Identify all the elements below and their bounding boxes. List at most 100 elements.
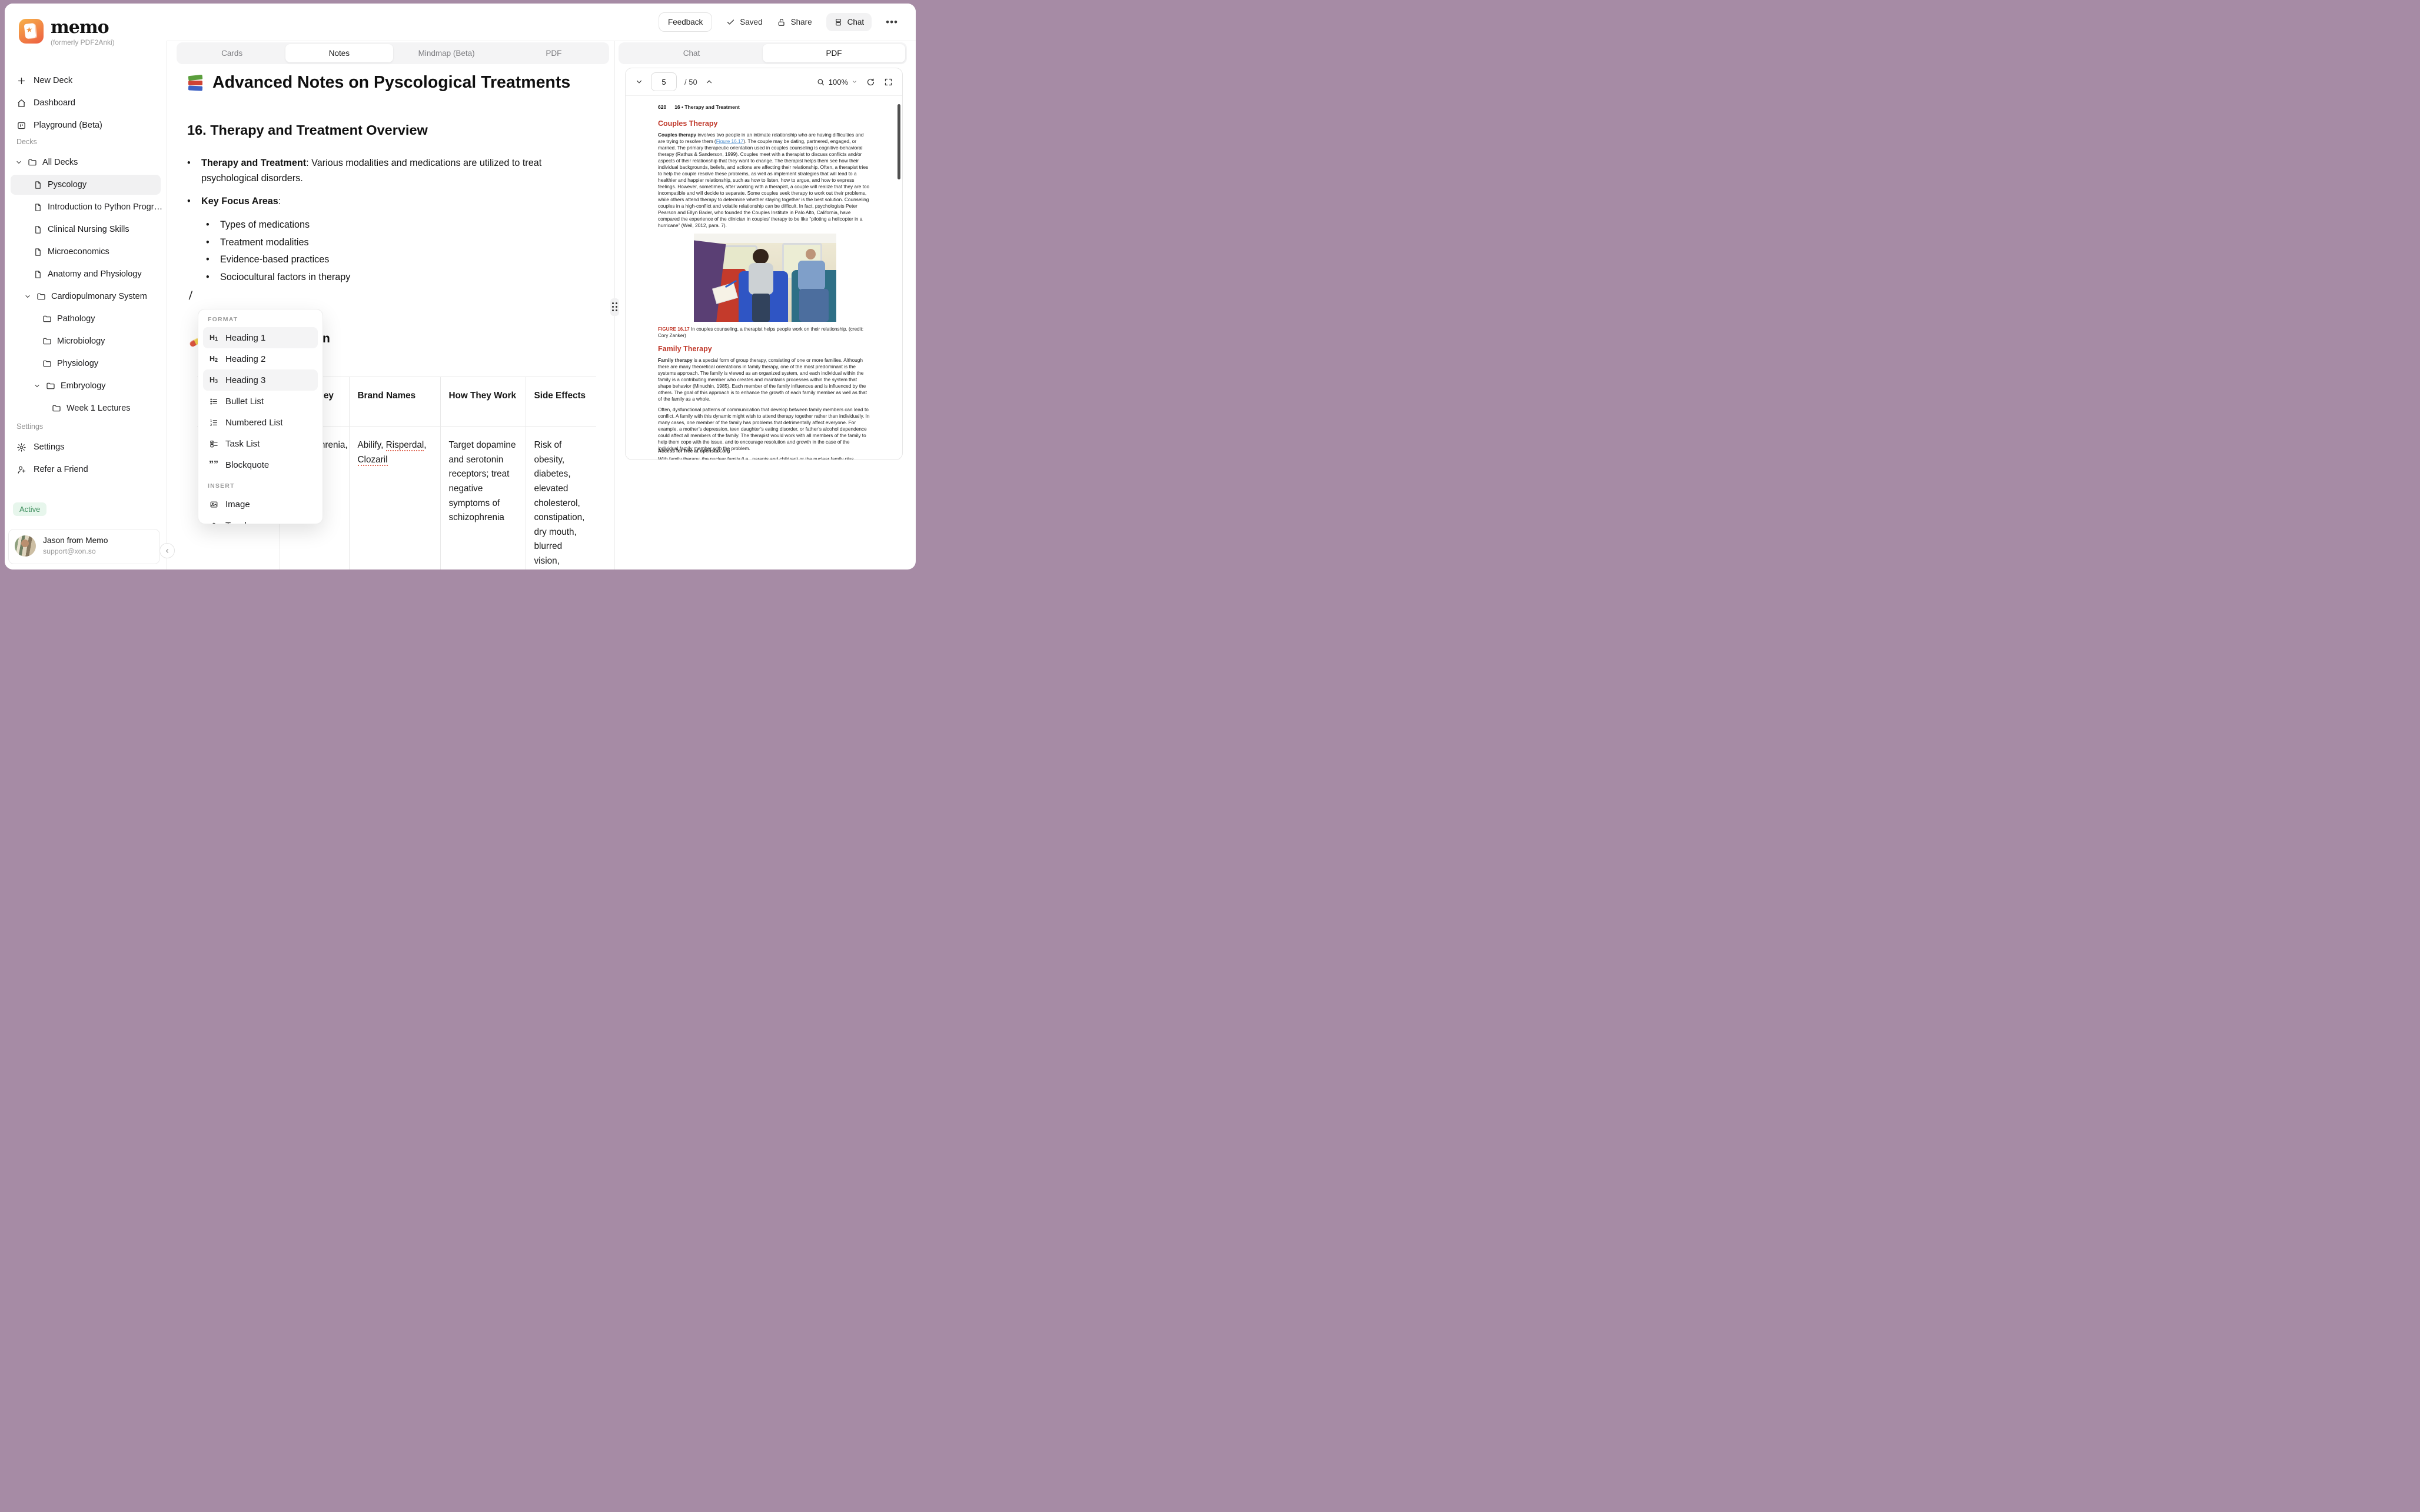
tree-item-week1-lectures[interactable]: Week 1 Lectures [5,397,167,419]
pdf-paragraph: Often, dysfunctional patterns of communi… [658,407,870,451]
menu-item-bullet-list[interactable]: Bullet List [203,391,318,412]
list-item[interactable]: • Key Focus Areas: [187,194,552,209]
page-number-input[interactable] [651,72,677,91]
table-cell[interactable]: Risk of obesity, diabetes, elevated chol… [525,426,596,570]
obscured-heading-fragment: n [323,332,330,345]
file-icon [34,270,42,279]
tab-cards[interactable]: Cards [178,44,285,62]
note-title[interactable]: Advanced Notes on Pyscological Treatment… [187,73,570,92]
search-icon [816,78,825,86]
person-plus-icon [16,465,26,475]
feedback-button[interactable]: Feedback [659,12,713,32]
table-cell[interactable]: Target dopamine and serotonin receptors;… [440,426,526,570]
menu-item-numbered-list[interactable]: 12 Numbered List [203,412,318,433]
sidebar: ★ memo (formerly PDF2Anki) New Deck Dash… [5,4,167,570]
menu-item-blockquote[interactable]: ”” Blockquote [203,454,318,475]
folder-icon [42,337,52,346]
zoom-control[interactable]: 100% [816,78,857,86]
header-cell[interactable]: Brand Names [348,376,440,427]
menu-item-task-list[interactable]: Task List [203,433,318,454]
list-item[interactable]: • Sociocultural factors in therapy [206,269,552,286]
app-window: ★ memo (formerly PDF2Anki) New Deck Dash… [5,4,916,570]
tree-item-pathology[interactable]: Pathology [5,308,167,330]
folder-icon [46,381,55,391]
svg-text:1: 1 [210,419,212,422]
menu-item-heading-3[interactable]: H3 Heading 3 [203,369,318,391]
page-previous-button[interactable] [635,78,643,86]
tab-mindmap[interactable]: Mindmap (Beta) [393,44,500,62]
list-item[interactable]: • Types of medications [206,217,552,234]
pdf-page: 620 16 • Therapy and Treatment Couples Th… [626,96,902,459]
panel-resize-handle[interactable] [610,298,619,316]
user-email: support@xon.so [43,547,96,555]
folder-icon [42,314,52,324]
collapse-sidebar-button[interactable] [159,543,175,558]
file-icon [34,225,42,234]
section-heading[interactable]: 16. Therapy and Treatment Overview [187,122,428,138]
folder-icon [36,292,46,301]
figure-link[interactable]: Figure 16.17 [716,138,744,144]
list-item[interactable]: • Treatment modalities [206,234,552,251]
sidebar-item-dashboard[interactable]: Dashboard [5,92,167,114]
insert-section-label: INSERT [208,482,235,489]
tab-notes[interactable]: Notes [285,44,393,62]
pdf-scrollbar[interactable] [897,104,900,179]
tree-item-clinical-nursing[interactable]: Clinical Nursing Skills [5,218,167,241]
home-icon [16,98,26,108]
sidebar-item-label: Refer a Friend [34,465,88,474]
more-menu-button[interactable]: ••• [886,16,898,28]
sidebar-item-playground[interactable]: Playground (Beta) [5,114,167,136]
menu-item-image[interactable]: Image [203,494,318,515]
task-list-icon [208,439,220,448]
note-title-text: Advanced Notes on Pyscological Treatment… [212,73,571,92]
status-badge: Active [13,502,47,516]
bullet-list[interactable]: • Therapy and Treatment: Various modaliti… [187,155,552,286]
menu-item-heading-2[interactable]: H2 Heading 2 [203,348,318,369]
pdf-paragraph: Couples therapy involves two people in a… [658,132,870,228]
tab-pdf-viewer[interactable]: PDF [763,44,905,62]
figure-image [694,234,836,322]
sidebar-item-new-deck[interactable]: New Deck [5,69,167,92]
file-icon [34,181,42,189]
tree-item-pyscology[interactable]: Pyscology [11,175,161,195]
tree-item-label: Anatomy and Physiology [48,269,142,279]
text-cursor[interactable]: / [188,289,192,303]
table-cell[interactable]: Abilify, Risperdal, Clozaril [348,426,440,570]
tree-item-embryology[interactable]: Embryology [5,375,167,397]
sidebar-item-settings[interactable]: Settings [5,436,167,458]
right-panel-tabs: Chat PDF [619,42,907,64]
tree-item-python[interactable]: Introduction to Python Progra... [5,196,167,218]
slash-command-menu: FORMAT H1 Heading 1 H2 Heading 2 H3 Head… [198,309,323,524]
menu-item-heading-1[interactable]: H1 Heading 1 [203,327,318,348]
tab-pdf[interactable]: PDF [500,44,607,62]
header-cell[interactable]: Side Effects [525,376,596,427]
tree-item-all-decks[interactable]: All Decks [5,151,167,174]
tree-item-physiology[interactable]: Physiology [5,352,167,375]
folder-icon [52,404,61,413]
share-button[interactable]: Share [777,18,812,27]
list-item[interactable]: • Therapy and Treatment: Various modaliti… [187,155,552,186]
panel-icon [834,18,843,26]
pdf-heading-family: Family Therapy [658,345,712,353]
tree-item-label: Clinical Nursing Skills [48,225,129,234]
page-next-button[interactable] [705,78,713,86]
user-card[interactable]: Jason from Memo support@xon.so [8,529,160,564]
tree-item-microeconomics[interactable]: Microeconomics [5,241,167,263]
refresh-icon[interactable] [866,78,875,86]
heading-3-icon: H3 [209,376,218,384]
tab-chat[interactable]: Chat [620,44,763,62]
header-cell[interactable]: How They Work [440,376,526,427]
numbered-list-icon: 12 [208,418,220,427]
sidebar-item-refer-friend[interactable]: Refer a Friend [5,458,167,481]
tree-item-label: Embryology [61,381,106,391]
tree-item-cardiopulmonary[interactable]: Cardiopulmonary System [5,285,167,308]
tree-item-anatomy[interactable]: Anatomy and Physiology [5,263,167,285]
pdf-footer: Access for free at openstax.org [658,448,730,454]
chat-toggle-button[interactable]: Chat [826,13,872,31]
tree-item-label: All Decks [42,158,78,167]
list-item[interactable]: • Evidence-based practices [206,251,552,268]
heading-2-icon: H2 [209,355,218,363]
menu-item-toggle[interactable]: Toggle [203,515,318,524]
fullscreen-icon[interactable] [884,78,893,86]
tree-item-microbiology[interactable]: Microbiology [5,330,167,352]
